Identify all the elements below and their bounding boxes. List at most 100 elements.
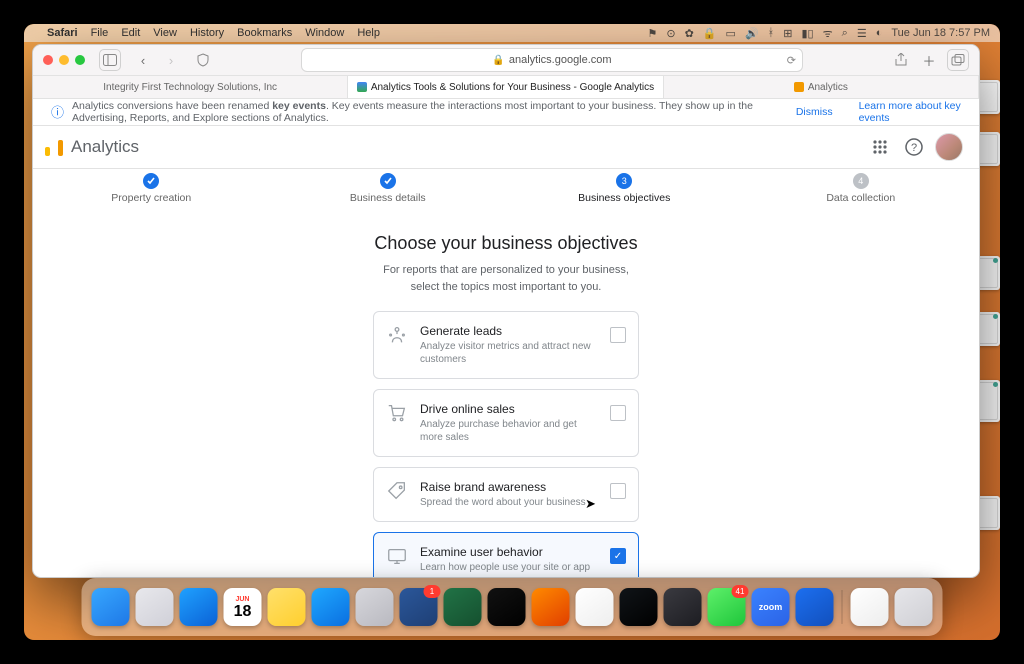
menu-help[interactable]: Help <box>357 27 380 39</box>
close-window-button[interactable] <box>43 55 53 65</box>
dock-app-excel[interactable] <box>444 588 482 626</box>
ga-header: Analytics ? <box>33 126 979 169</box>
fullscreen-window-button[interactable] <box>75 55 85 65</box>
privacy-report-icon[interactable] <box>193 50 213 70</box>
banner-text: Analytics conversions have been renamed … <box>72 100 780 124</box>
mac-menubar: Safari File Edit View History Bookmarks … <box>24 24 1000 42</box>
menubar-clock[interactable]: Tue Jun 18 7:57 PM <box>891 27 990 39</box>
dock-app-terminal[interactable] <box>620 588 658 626</box>
menu-history[interactable]: History <box>190 27 224 39</box>
page-title: Choose your business objectives <box>374 233 637 254</box>
step-property-creation: Property creation <box>51 173 251 204</box>
dock-app-textedit[interactable] <box>851 588 889 626</box>
main-content: Choose your business objectives For repo… <box>33 209 979 577</box>
objective-checkbox[interactable] <box>610 483 626 499</box>
spotlight-icon[interactable]: ⌕ <box>842 27 848 40</box>
menu-edit[interactable]: Edit <box>121 27 140 39</box>
status-icon: ✿ <box>685 27 694 40</box>
setup-stepper: Property creation Business details 3 Bus… <box>33 169 979 209</box>
objective-title: Raise brand awareness <box>420 480 598 494</box>
browser-tab-2[interactable]: Analytics <box>664 76 979 98</box>
dock-app-notes[interactable] <box>268 588 306 626</box>
menubar-app[interactable]: Safari <box>47 27 78 39</box>
screen-icon <box>386 545 408 567</box>
dock-app-finder[interactable] <box>92 588 130 626</box>
display-icon: ▭ <box>726 27 736 40</box>
objective-list: Generate leads Analyze visitor metrics a… <box>373 311 639 577</box>
dock-app-launchpad[interactable] <box>136 588 174 626</box>
account-avatar[interactable] <box>935 133 963 161</box>
reload-icon[interactable]: ⟳ <box>787 54 796 67</box>
lock-icon: 🔒 <box>492 55 504 66</box>
tag-icon <box>386 480 408 502</box>
dock-app-firefox[interactable] <box>532 588 570 626</box>
sidebar-toggle-icon[interactable] <box>99 49 121 71</box>
dock-app-settings[interactable] <box>356 588 394 626</box>
safari-window: ‹ › 🔒 analytics.google.com ⟳ ＋ Integrity… <box>32 44 980 578</box>
dock-app-messages[interactable]: 41 <box>708 588 746 626</box>
page-subtitle: For reports that are personalized to you… <box>383 262 629 295</box>
safari-toolbar: ‹ › 🔒 analytics.google.com ⟳ ＋ <box>33 45 979 76</box>
browser-tab-0[interactable]: Integrity First Technology Solutions, In… <box>33 76 348 98</box>
dock-app-word[interactable]: 1 <box>400 588 438 626</box>
objective-desc: Spread the word about your business <box>420 496 598 509</box>
objective-checkbox[interactable] <box>610 405 626 421</box>
dock-app-dark1[interactable] <box>488 588 526 626</box>
minimize-window-button[interactable] <box>59 55 69 65</box>
menu-window[interactable]: Window <box>305 27 344 39</box>
wifi-icon: ᯤ <box>823 26 833 41</box>
objective-checkbox[interactable]: ✓ <box>610 548 626 564</box>
back-button[interactable]: ‹ <box>133 50 153 70</box>
banner-learn-link[interactable]: Learn more about key events <box>859 100 961 124</box>
banner-dismiss-link[interactable]: Dismiss <box>796 106 833 118</box>
objective-checkbox[interactable] <box>610 327 626 343</box>
browser-tab-1[interactable]: Analytics Tools & Solutions for Your Bus… <box>348 76 663 98</box>
step-data-collection: 4 Data collection <box>761 173 961 204</box>
apps-grid-icon[interactable] <box>867 134 893 160</box>
step-number: 4 <box>853 173 869 189</box>
share-icon[interactable] <box>891 50 911 70</box>
step-business-details: Business details <box>288 173 488 204</box>
siri-icon[interactable]: ◐ <box>876 27 883 39</box>
dock-app-appstore[interactable] <box>312 588 350 626</box>
control-center-icon[interactable]: ☰ <box>857 27 867 40</box>
step-business-objectives: 3 Business objectives <box>524 173 724 204</box>
dock-app-trash[interactable] <box>895 588 933 626</box>
status-icon: ⊙ <box>666 27 675 40</box>
objective-generate-leads[interactable]: Generate leads Analyze visitor metrics a… <box>373 311 639 379</box>
objective-title: Drive online sales <box>420 402 598 416</box>
analytics-favicon-icon <box>794 82 804 92</box>
help-icon[interactable]: ? <box>901 134 927 160</box>
objective-desc: Learn how people use your site or app <box>420 561 598 574</box>
menu-view[interactable]: View <box>153 27 177 39</box>
objective-desc: Analyze purchase behavior and get more s… <box>420 418 598 444</box>
dock-app-zoom[interactable]: zoom <box>752 588 790 626</box>
step-number <box>143 173 159 189</box>
objective-title: Examine user behavior <box>420 545 598 559</box>
menu-file[interactable]: File <box>91 27 109 39</box>
tab-strip: Integrity First Technology Solutions, In… <box>33 76 979 99</box>
address-bar[interactable]: 🔒 analytics.google.com ⟳ <box>301 48 803 72</box>
dock-app-safari[interactable] <box>180 588 218 626</box>
dock-app-chrome[interactable] <box>576 588 614 626</box>
svg-text:?: ? <box>911 142 917 154</box>
objective-examine-user-behavior[interactable]: Examine user behavior Learn how people u… <box>373 532 639 577</box>
dock-app-quicktime[interactable] <box>664 588 702 626</box>
menu-bookmarks[interactable]: Bookmarks <box>237 27 292 39</box>
analytics-logo-icon <box>45 138 63 156</box>
step-number: 3 <box>616 173 632 189</box>
window-controls <box>43 55 85 65</box>
objective-drive-online-sales[interactable]: Drive online sales Analyze purchase beha… <box>373 389 639 457</box>
new-tab-icon[interactable]: ＋ <box>919 50 939 70</box>
google-favicon-icon <box>357 82 367 92</box>
info-banner: ⓘ Analytics conversions have been rename… <box>33 99 979 126</box>
bluetooth-icon: ᚼ <box>768 27 775 39</box>
dock-app-1password[interactable] <box>796 588 834 626</box>
tab-overview-icon[interactable] <box>947 49 969 71</box>
dock-app-calendar[interactable]: JUN18 <box>224 588 262 626</box>
objective-raise-brand-awareness[interactable]: Raise brand awareness Spread the word ab… <box>373 467 639 522</box>
leads-icon <box>386 324 408 346</box>
objective-title: Generate leads <box>420 324 598 338</box>
volume-icon: 🔊 <box>745 27 759 40</box>
forward-button[interactable]: › <box>161 50 181 70</box>
